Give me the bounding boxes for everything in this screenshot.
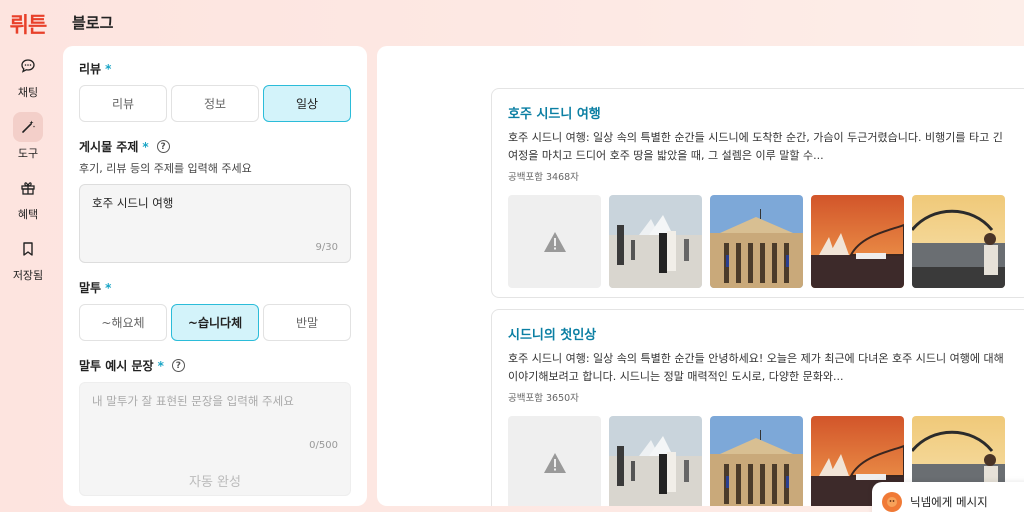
sidebar-item-label: 혜택 bbox=[17, 208, 39, 221]
tone-field-label: 말투 * bbox=[79, 279, 351, 296]
post-card[interactable]: 호주 시드니 여행 호주 시드니 여행: 일상 속의 특별한 순간들 시드니에 … bbox=[491, 88, 1024, 298]
tone-option-banmal[interactable]: 반말 bbox=[263, 304, 351, 341]
sidebar-item-label: 채팅 bbox=[17, 86, 39, 99]
post-thumbnails bbox=[508, 195, 1014, 288]
topic-input-value: 호주 시드니 여행 bbox=[92, 196, 174, 210]
sidebar-item-tools[interactable]: 도구 bbox=[4, 112, 52, 161]
gift-icon bbox=[13, 173, 43, 203]
page-title: 블로그 bbox=[72, 14, 114, 32]
thumbnail-harbour-bridge-portrait[interactable] bbox=[912, 195, 1005, 288]
example-char-counter: 0/500 bbox=[309, 440, 338, 451]
sidebar-item-benefits[interactable]: 혜택 bbox=[4, 173, 52, 222]
help-icon[interactable]: ? bbox=[171, 359, 185, 372]
review-option-daily[interactable]: 일상 bbox=[263, 85, 351, 122]
post-char-count: 공백포함 3650자 bbox=[508, 393, 579, 404]
message-widget[interactable]: 닉넴에게 메시지 bbox=[872, 482, 1024, 512]
help-icon[interactable]: ? bbox=[156, 140, 170, 153]
magic-wand-icon bbox=[13, 112, 43, 142]
topic-hint: 후기, 리뷰 등의 주제를 입력해 주세요 bbox=[79, 162, 252, 175]
chat-bubble-icon bbox=[13, 51, 43, 81]
thumbnail-museum-building[interactable] bbox=[710, 195, 803, 288]
brand-logo[interactable]: 뤼튼 bbox=[10, 9, 48, 39]
post-excerpt: 호주 시드니 여행: 일상 속의 특별한 순간들 시드니에 도착한 순간, 가슴… bbox=[508, 131, 1003, 162]
review-type-selector: 리뷰 정보 일상 bbox=[79, 85, 351, 122]
review-field-label: 리뷰 * bbox=[79, 60, 351, 77]
example-sentence-input[interactable]: 내 말투가 잘 표현된 문장을 입력해 주세요 0/500 자동 완성 bbox=[79, 382, 351, 496]
post-char-count: 공백포함 3468자 bbox=[508, 172, 579, 183]
image-placeholder-icon[interactable] bbox=[508, 416, 601, 506]
bookmark-icon bbox=[13, 234, 43, 264]
post-title: 호주 시드니 여행 bbox=[508, 107, 601, 122]
post-excerpt: 호주 시드니 여행: 일상 속의 특별한 순간들 안녕하세요! 오늘은 제가 최… bbox=[508, 352, 1004, 383]
required-mark: * bbox=[105, 61, 112, 76]
blog-form-panel: 리뷰 * 리뷰 정보 일상 게시물 주제 * ? 후기, 리뷰 등의 주제를 입… bbox=[63, 46, 367, 506]
required-mark: * bbox=[105, 280, 112, 295]
field-label-text: 리뷰 bbox=[79, 62, 102, 76]
sidebar-item-label: 도구 bbox=[17, 147, 39, 160]
sidebar-item-chat[interactable]: 채팅 bbox=[4, 51, 52, 100]
tone-option-haeyo[interactable]: ~해요체 bbox=[79, 304, 167, 341]
sidebar-item-label: 저장됨 bbox=[12, 269, 44, 282]
tone-option-seumnida[interactable]: ~습니다체 bbox=[171, 304, 259, 341]
message-widget-label: 닉넴에게 메시지 bbox=[910, 495, 988, 509]
topic-input[interactable]: 호주 시드니 여행 9/30 bbox=[79, 184, 351, 263]
post-card[interactable]: 시드니의 첫인상 호주 시드니 여행: 일상 속의 특별한 순간들 안녕하세요!… bbox=[491, 309, 1024, 506]
review-option-review[interactable]: 리뷰 bbox=[79, 85, 167, 122]
thumbnail-opera-house-sunset[interactable] bbox=[811, 195, 904, 288]
thumbnail-opera-house-crowd[interactable] bbox=[609, 195, 702, 288]
review-option-info[interactable]: 정보 bbox=[171, 85, 259, 122]
field-label-text: 말투 예시 문장 bbox=[79, 359, 154, 373]
field-label-text: 말투 bbox=[79, 281, 102, 295]
image-placeholder-icon[interactable] bbox=[508, 195, 601, 288]
avatar bbox=[882, 492, 902, 512]
example-input-placeholder: 내 말투가 잘 표현된 문장을 입력해 주세요 bbox=[92, 394, 294, 408]
results-panel: 호주 시드니 여행 호주 시드니 여행: 일상 속의 특별한 순간들 시드니에 … bbox=[377, 46, 1024, 506]
sidebar-item-saved[interactable]: 저장됨 bbox=[4, 234, 52, 283]
topic-char-counter: 9/30 bbox=[315, 242, 338, 253]
sidebar: 뤼튼 채팅 도구 혜택 저장됨 bbox=[0, 0, 56, 512]
autocomplete-button[interactable]: 자동 완성 bbox=[80, 471, 350, 497]
post-title: 시드니의 첫인상 bbox=[508, 328, 597, 343]
required-mark: * bbox=[157, 358, 164, 373]
thumbnail-opera-house-crowd[interactable] bbox=[609, 416, 702, 506]
example-field-label: 말투 예시 문장 * ? bbox=[79, 357, 351, 374]
topic-field-label: 게시물 주제 * ? bbox=[79, 138, 351, 155]
field-label-text: 게시물 주제 bbox=[79, 140, 139, 154]
tone-selector: ~해요체 ~습니다체 반말 bbox=[79, 304, 351, 341]
thumbnail-museum-building[interactable] bbox=[710, 416, 803, 506]
required-mark: * bbox=[142, 139, 149, 154]
